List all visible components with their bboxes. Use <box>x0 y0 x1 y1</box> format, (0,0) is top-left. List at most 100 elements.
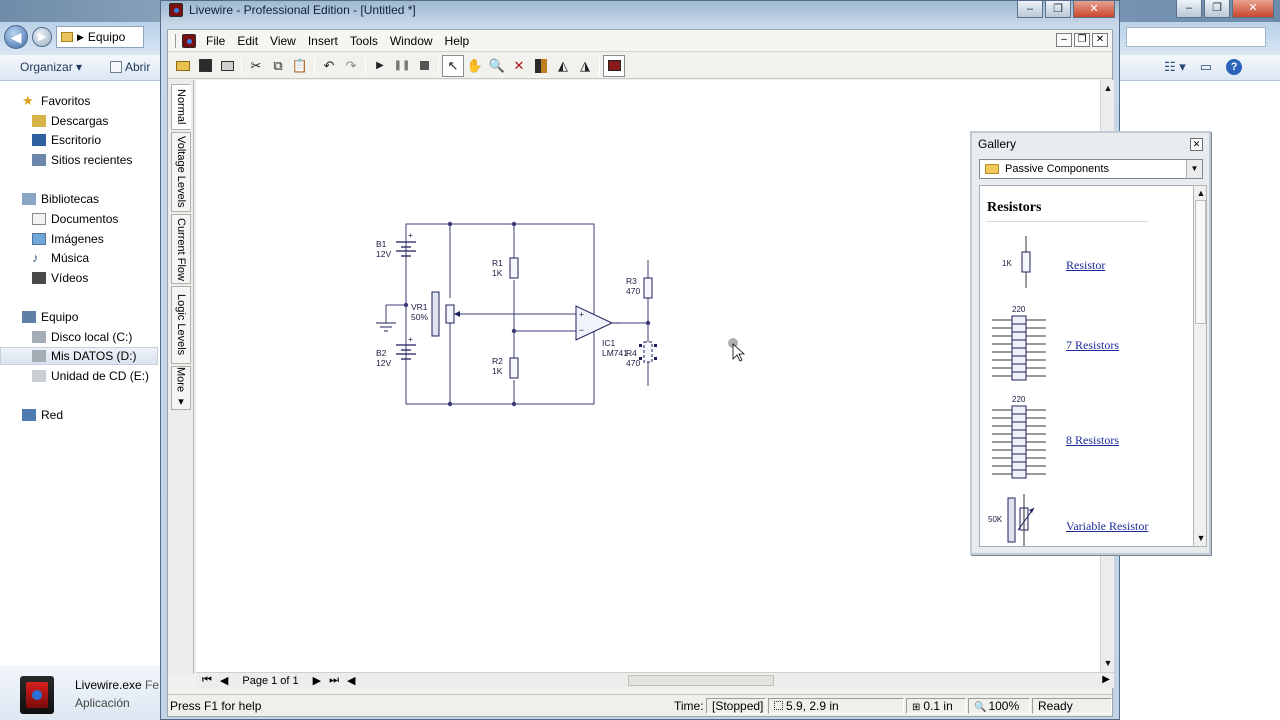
gallery-scroll-down-icon[interactable]: ▼ <box>1195 532 1207 545</box>
gallery-close-button[interactable]: ✕ <box>1190 138 1203 151</box>
circuit-canvas[interactable]: B1 12V + B2 12V + VR1 50% R1 1K R2 1K R3 470 +… <box>196 80 1100 672</box>
resistor-network-8-thumbnail[interactable]: 220 <box>988 394 1050 482</box>
menu-window[interactable]: Window <box>384 30 439 52</box>
recent-places-icon <box>32 154 46 166</box>
open-button[interactable]: Abrir <box>110 60 150 74</box>
tab-normal[interactable]: Normal <box>171 84 191 130</box>
gallery-item-resistor[interactable]: Resistor <box>1066 258 1105 273</box>
gallery-icon[interactable] <box>603 54 625 77</box>
forward-button[interactable]: ▶ <box>32 27 52 47</box>
nav-network[interactable]: Red <box>22 406 63 424</box>
nav-documents[interactable]: Documentos <box>32 210 118 228</box>
select-pointer-icon[interactable]: ↖ <box>442 54 464 77</box>
preview-pane-icon[interactable]: ▭ <box>1200 59 1212 75</box>
first-page-icon[interactable]: ⏮ <box>202 674 212 687</box>
minimize-button[interactable]: – <box>1017 1 1043 18</box>
tab-voltage-levels[interactable]: Voltage Levels <box>171 132 191 212</box>
menu-insert[interactable]: Insert <box>302 30 344 52</box>
play-icon[interactable]: ▶ <box>369 55 391 77</box>
document-icon[interactable] <box>182 33 196 48</box>
gallery-item-variable-resistor[interactable]: Variable Resistor <box>1066 519 1148 534</box>
nav-videos[interactable]: Vídeos <box>32 269 88 287</box>
variable-resistor-thumbnail[interactable]: 50K <box>988 492 1050 547</box>
cut-icon[interactable]: ✂ <box>245 55 267 77</box>
nav-desktop[interactable]: Escritorio <box>32 131 101 149</box>
explorer-maximize-button[interactable]: ❐ <box>1204 0 1230 18</box>
zoom-icon[interactable]: 🔍 <box>486 55 508 77</box>
copy-icon[interactable]: ⧉ <box>267 55 289 77</box>
open-file-icon[interactable] <box>172 55 194 77</box>
gallery-scrollbar[interactable]: ▲ ▼ <box>1193 185 1207 547</box>
livewire-titlebar[interactable]: Livewire - Professional Edition - [Untit… <box>169 3 416 17</box>
details-filetype: Aplicación <box>75 696 130 710</box>
scroll-down-icon[interactable]: ▼ <box>1102 657 1114 670</box>
horizontal-scroll-thumb[interactable] <box>628 675 774 686</box>
nav-computer[interactable]: Equipo <box>22 308 78 326</box>
gallery-scroll-up-icon[interactable]: ▲ <box>1195 187 1207 200</box>
redo-icon[interactable]: ↷ <box>340 55 362 77</box>
organize-button[interactable]: Organizar ▾ <box>20 60 82 74</box>
document-close-button[interactable]: ✕ <box>1092 33 1108 47</box>
nav-recent[interactable]: Sitios recientes <box>32 151 132 169</box>
explorer-minimize-button[interactable]: – <box>1176 0 1202 18</box>
nav-disk-d[interactable]: Mis DATOS (D:) <box>0 347 158 365</box>
resistor-network-7-thumbnail[interactable]: 220 <box>988 304 1050 384</box>
paste-icon[interactable]: 📋 <box>289 55 311 77</box>
undo-icon[interactable]: ↶ <box>318 55 340 77</box>
search-input[interactable] <box>1126 27 1266 47</box>
resistor-thumbnail[interactable]: 1K <box>988 234 1048 290</box>
libraries-icon <box>22 193 36 205</box>
nav-libraries-label: Bibliotecas <box>41 192 100 206</box>
close-button[interactable]: ✕ <box>1073 1 1115 18</box>
stop-icon[interactable] <box>413 55 435 77</box>
view-options-icon[interactable]: ☷ ▾ <box>1164 59 1186 75</box>
pan-hand-icon[interactable]: ✋ <box>464 55 486 77</box>
document-minimize-button[interactable]: – <box>1056 33 1072 47</box>
previous-page-icon[interactable]: ◀ <box>220 674 228 687</box>
scroll-left-icon[interactable]: ◀ <box>347 674 355 687</box>
save-icon[interactable] <box>194 55 216 77</box>
livewire-exe-icon <box>20 676 54 714</box>
nav-favorites[interactable]: ★ Favoritos <box>22 92 90 110</box>
menu-tools[interactable]: Tools <box>344 30 384 52</box>
grid-icon: ⊞ <box>912 702 921 713</box>
help-icon[interactable]: ? <box>1226 59 1243 75</box>
cd-drive-icon <box>32 370 46 382</box>
menu-view[interactable]: View <box>264 30 302 52</box>
scroll-up-icon[interactable]: ▲ <box>1102 82 1114 95</box>
gallery-item-7-resistors[interactable]: 7 Resistors <box>1066 338 1119 353</box>
address-bar[interactable]: ▶ Equipo <box>56 26 144 48</box>
nav-disk-d-label: Mis DATOS (D:) <box>51 349 137 363</box>
chevron-down-icon[interactable]: ▼ <box>1186 160 1202 178</box>
maximize-button[interactable]: ❐ <box>1045 1 1071 18</box>
nav-music[interactable]: ♪ Música <box>32 249 89 267</box>
next-page-icon[interactable]: ▶ <box>313 674 321 687</box>
nav-downloads[interactable]: Descargas <box>32 112 108 130</box>
pause-icon[interactable]: ❚❚ <box>391 55 413 77</box>
nav-images[interactable]: Imágenes <box>32 230 104 248</box>
gallery-item-8-resistors[interactable]: 8 Resistors <box>1066 433 1119 448</box>
menu-file[interactable]: File <box>200 30 231 52</box>
toolbar-separator <box>314 56 315 75</box>
resistor-network-8-caption: 220 <box>1012 395 1026 404</box>
delete-wire-icon[interactable]: ✕ <box>508 55 530 77</box>
back-button[interactable]: ◀ <box>4 25 28 49</box>
gallery-scroll-thumb[interactable] <box>1195 200 1206 324</box>
scroll-right-icon[interactable]: ▶ <box>1102 674 1110 685</box>
tab-current-flow[interactable]: Current Flow <box>171 214 191 284</box>
explorer-close-button[interactable]: ✕ <box>1232 0 1274 18</box>
document-restore-button[interactable]: ❐ <box>1074 33 1090 47</box>
flip-horizontal-icon[interactable]: ◭ <box>552 55 574 77</box>
menu-edit[interactable]: Edit <box>231 30 264 52</box>
tab-logic-levels[interactable]: Logic Levels <box>171 286 191 364</box>
rotate-icon[interactable]: ◮ <box>574 55 596 77</box>
component-library-icon[interactable] <box>530 55 552 77</box>
nav-libraries[interactable]: Bibliotecas <box>22 190 99 208</box>
gallery-category-select[interactable]: Passive Components ▼ <box>979 159 1203 179</box>
tab-more[interactable]: More ▾ <box>171 366 191 410</box>
nav-cd-e[interactable]: Unidad de CD (E:) <box>32 367 149 385</box>
last-page-icon[interactable]: ⏭ <box>329 674 339 687</box>
print-icon[interactable] <box>216 55 238 77</box>
nav-disk-c[interactable]: Disco local (C:) <box>32 328 132 346</box>
menu-help[interactable]: Help <box>439 30 476 52</box>
